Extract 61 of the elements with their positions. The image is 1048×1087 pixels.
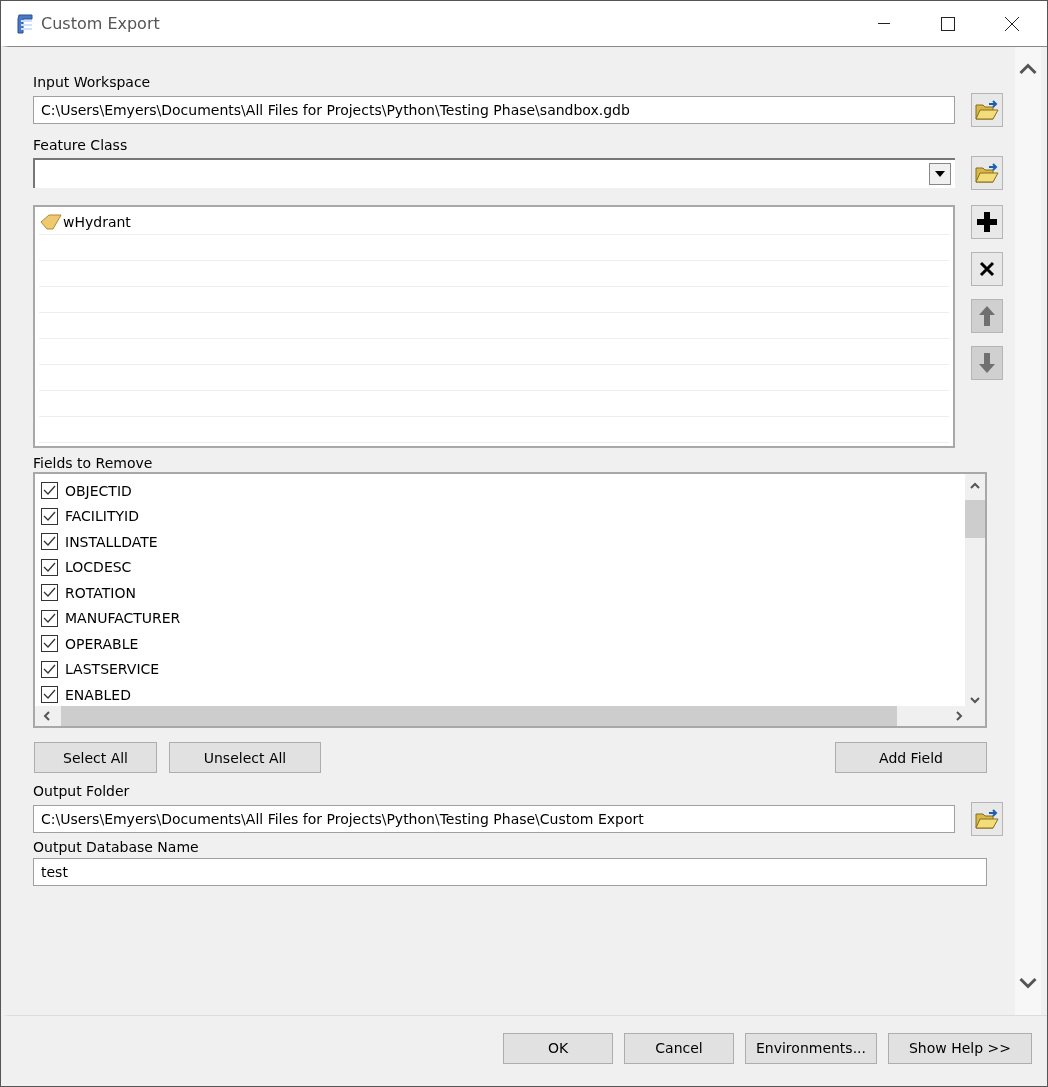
close-icon <box>979 261 995 277</box>
vertical-scrollbar[interactable] <box>965 474 985 706</box>
checkbox[interactable] <box>41 609 58 627</box>
action-button[interactable]: Select All <box>34 742 157 773</box>
checkbox[interactable] <box>41 686 58 704</box>
arrow-up-icon <box>978 305 996 327</box>
checkbox-label: ENABLED <box>65 686 131 703</box>
polygon-icon <box>39 213 63 230</box>
checkbox-label: MANUFACTURER <box>65 610 181 627</box>
checkbox[interactable] <box>41 660 58 678</box>
chevron-down-icon[interactable] <box>969 694 981 706</box>
plus-icon <box>976 211 998 233</box>
vertical-scrollbar[interactable] <box>1015 47 1041 1015</box>
folder-icon <box>975 808 999 830</box>
browse-button[interactable] <box>971 93 1003 127</box>
dialog-button[interactable]: OK <box>503 1032 613 1064</box>
browse-button[interactable] <box>971 802 1003 836</box>
add-button[interactable] <box>971 205 1003 239</box>
checkbox[interactable] <box>41 584 58 602</box>
dropdown-field[interactable] <box>33 158 955 188</box>
checkbox-label: LASTSERVICE <box>65 661 160 678</box>
minimize-icon <box>878 22 890 25</box>
dropdown-button[interactable] <box>929 163 951 185</box>
dialog-button[interactable]: Cancel <box>624 1032 734 1064</box>
scroll-icon <box>15 12 35 35</box>
checkbox-label: ROTATION <box>65 584 136 601</box>
checkbox-label: INSTALLDATE <box>65 533 158 550</box>
checkbox-label: FACILITYID <box>65 508 139 525</box>
action-button[interactable]: Add Field <box>835 742 987 773</box>
folder-icon <box>975 162 999 184</box>
folder-icon <box>975 99 999 121</box>
checkbox[interactable] <box>41 533 58 551</box>
action-button[interactable]: Unselect All <box>169 742 321 773</box>
chevron-left-icon[interactable] <box>41 710 53 722</box>
dialog-button[interactable]: Environments... <box>745 1032 877 1064</box>
input-field[interactable]: C:\Users\Emyers\Documents\All Files for Projects\Python\Testing Phase\Custom Export <box>33 805 955 833</box>
checkbox[interactable] <box>41 507 58 525</box>
close-icon <box>1004 15 1020 32</box>
field-label: Input Workspace <box>33 73 152 91</box>
browse-button[interactable] <box>971 156 1003 190</box>
remove-button[interactable] <box>971 252 1003 286</box>
list-item[interactable]: wHydrant <box>63 213 131 230</box>
input-field[interactable]: test <box>33 858 987 886</box>
input-field[interactable]: C:\Users\Emyers\Documents\All Files for Projects\Python\Testing Phase\sandbox.gdb <box>33 96 955 124</box>
checkbox[interactable] <box>41 558 58 576</box>
dialog-button[interactable]: Show Help >> <box>888 1032 1032 1064</box>
checkbox-label: LOCDESC <box>65 559 132 576</box>
caret-down-icon <box>935 171 945 177</box>
maximize-icon <box>941 16 955 31</box>
scrollbar-thumb[interactable] <box>965 500 985 538</box>
checkbox[interactable] <box>41 635 58 653</box>
chevron-right-icon[interactable] <box>953 710 965 722</box>
checkbox-label: OBJECTID <box>65 482 132 499</box>
field-label: Output Database Name <box>33 838 200 856</box>
field-label: Output Folder <box>33 782 131 800</box>
window-title: Custom Export <box>41 14 161 33</box>
arrow-down-icon <box>978 352 996 374</box>
field-label: Feature Class <box>33 136 129 154</box>
checkbox[interactable] <box>41 482 58 500</box>
field-label: Fields to Remove <box>33 454 154 472</box>
checkbox-label: OPERABLE <box>65 635 139 652</box>
